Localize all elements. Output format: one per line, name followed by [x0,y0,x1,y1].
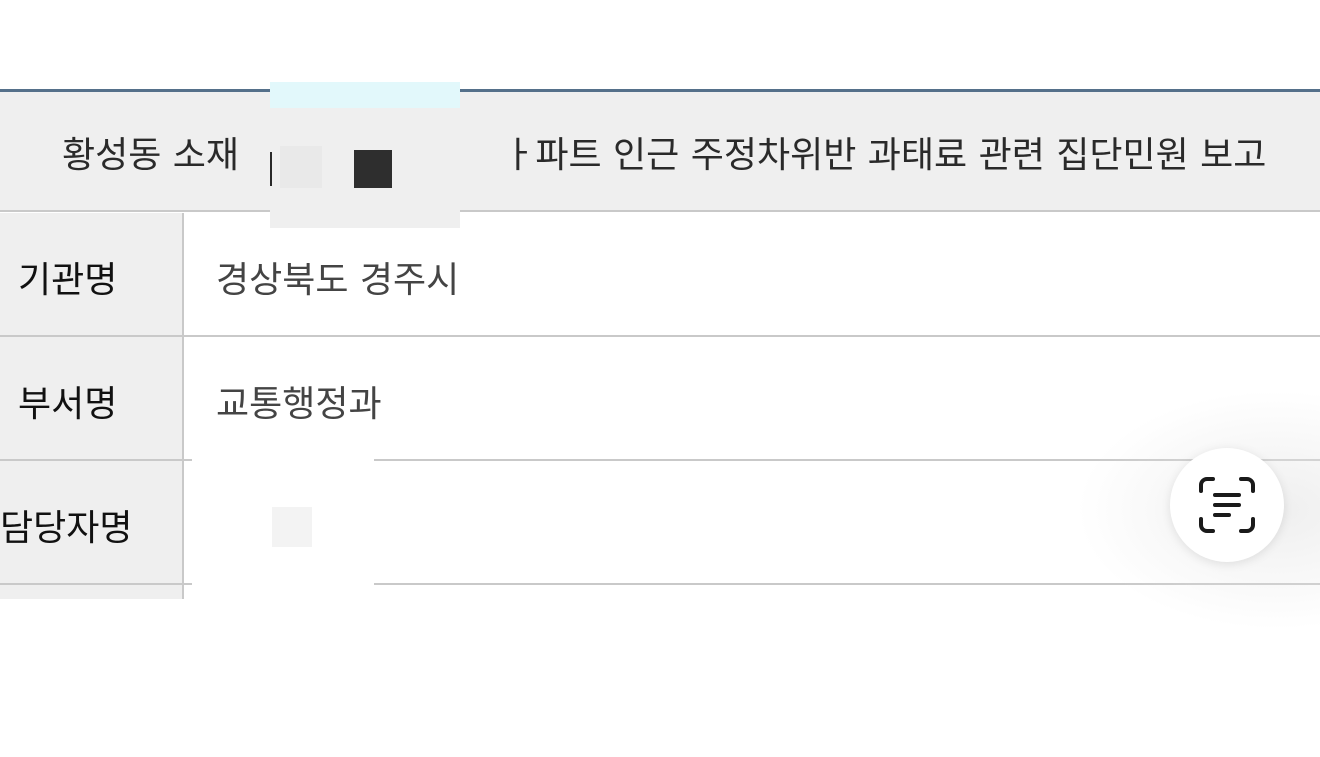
blank-area [0,599,1320,757]
document-viewer: 황성동 소재 ㅏ파트 인근 주정차위반 과태료 관련 집단민원 보고 기관명 경… [0,0,1320,757]
redaction-overlay-white [192,425,374,599]
redaction-block [272,507,312,547]
redaction-strip [270,82,460,108]
scan-text-button[interactable] [1170,448,1284,562]
department-label: 부서명 [18,384,118,425]
agency-label: 기관명 [18,260,118,301]
manager-label: 담당자명 [0,508,133,549]
info-row-partial [0,585,184,599]
document-title-row: 황성동 소재 ㅏ파트 인근 주정차위반 과태료 관련 집단민원 보고 [0,92,1320,212]
document-title: 황성동 소재 ㅏ파트 인근 주정차위반 과태료 관련 집단민원 보고 [62,135,1267,176]
label-cell: 부서명 [0,337,184,459]
department-value: 교통행정과 [216,384,382,425]
redaction-overlay [270,82,460,228]
text-cursor [270,152,272,186]
redaction-block [280,146,322,188]
redaction-block-dark [354,150,392,188]
label-cell: 담당자명 [0,461,184,583]
label-cell: 기관명 [0,213,184,335]
agency-value: 경상북도 경주시 [216,260,460,301]
scan-text-icon [1199,477,1255,533]
info-row-agency: 기관명 경상북도 경주시 [0,213,1320,337]
